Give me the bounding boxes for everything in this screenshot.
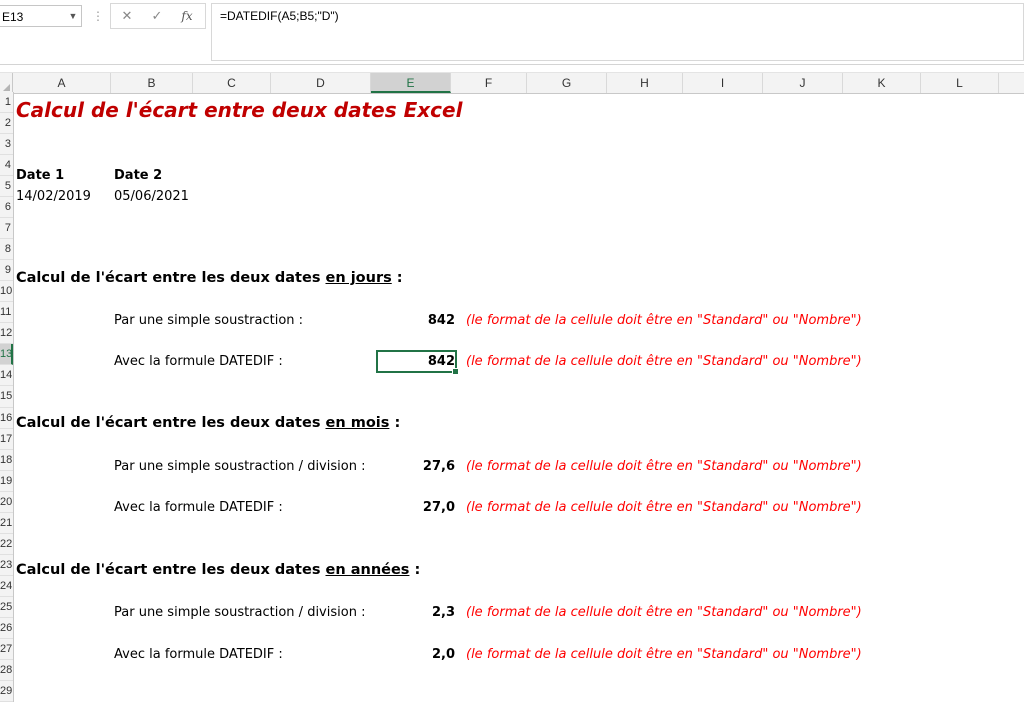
column-header-b[interactable]: B [111, 73, 193, 93]
heading-unit: en années [325, 562, 410, 578]
row-header-19[interactable]: 19 [0, 471, 13, 492]
row-header-27[interactable]: 27 [0, 639, 13, 660]
row-header-1[interactable]: 1 [0, 92, 13, 114]
formula-bar: E13 ▼ ⋮ ✕ ✓ fx =DATEDIF(A5;B5;"D") [0, 0, 1024, 65]
heading-unit: en mois [325, 415, 390, 431]
formula-bar-handle-icon[interactable]: ⋮ [92, 5, 104, 27]
insert-function-icon[interactable]: fx [175, 4, 199, 28]
column-header-l[interactable]: L [921, 73, 999, 93]
row-header-11[interactable]: 11 [0, 302, 13, 324]
date2-label[interactable]: Date 2 [114, 168, 162, 183]
row-header-3[interactable]: 3 [0, 134, 13, 156]
row-headers: 1 2 3 4 5 6 7 8 9 10 11 12 13 14 15 16 17 18 19 20 21 22 23 24 2… [0, 92, 14, 702]
row-header-25[interactable]: 25 [0, 597, 13, 618]
date1-label[interactable]: Date 1 [16, 168, 64, 183]
row-header-13[interactable]: 13 [0, 344, 13, 366]
row-label[interactable]: Avec la formule DATEDIF : [114, 647, 283, 662]
row-value[interactable]: 27,6 [377, 459, 455, 474]
row-header-16[interactable]: 16 [0, 408, 13, 429]
column-header-g[interactable]: G [527, 73, 607, 93]
section-heading-days[interactable]: Calcul de l'écart entre les deux dates e… [16, 270, 403, 286]
row-header-8[interactable]: 8 [0, 239, 13, 261]
row-header-22[interactable]: 22 [0, 534, 13, 555]
row-header-2[interactable]: 2 [0, 113, 13, 135]
row-label[interactable]: Avec la formule DATEDIF : [114, 500, 283, 515]
heading-prefix: Calcul de l'écart entre les deux dates [16, 562, 326, 578]
row-header-10[interactable]: 10 [0, 281, 13, 303]
row-header-28[interactable]: 28 [0, 660, 13, 681]
worksheet-grid[interactable]: Calcul de l'écart entre deux dates Excel… [13, 92, 1024, 702]
column-header-h[interactable]: H [607, 73, 683, 93]
row-label[interactable]: Par une simple soustraction / division : [114, 605, 365, 620]
row-note[interactable]: (le format de la cellule doit être en "S… [466, 605, 862, 620]
select-all-button[interactable] [0, 73, 13, 93]
row-note[interactable]: (le format de la cellule doit être en "S… [466, 647, 862, 662]
row-header-17[interactable]: 17 [0, 429, 13, 450]
column-header-i[interactable]: I [683, 73, 763, 93]
column-header-k[interactable]: K [843, 73, 921, 93]
date1-value[interactable]: 14/02/2019 [16, 189, 91, 204]
heading-suffix: : [389, 415, 401, 431]
row-header-29[interactable]: 29 [0, 681, 13, 702]
row-header-15[interactable]: 15 [0, 386, 13, 408]
name-box-dropdown-icon[interactable]: ▼ [66, 5, 80, 27]
date2-value[interactable]: 05/06/2021 [114, 189, 189, 204]
row-header-7[interactable]: 7 [0, 218, 13, 240]
row-header-9[interactable]: 9 [0, 260, 13, 282]
section-heading-months[interactable]: Calcul de l'écart entre les deux dates e… [16, 415, 400, 431]
column-header-e[interactable]: E [371, 73, 451, 93]
row-header-18[interactable]: 18 [0, 450, 13, 471]
row-note[interactable]: (le format de la cellule doit être en "S… [466, 500, 862, 515]
row-header-24[interactable]: 24 [0, 576, 13, 597]
cancel-icon[interactable]: ✕ [115, 4, 139, 28]
column-header-j[interactable]: J [763, 73, 843, 93]
heading-prefix: Calcul de l'écart entre les deux dates [16, 415, 326, 431]
row-note[interactable]: (le format de la cellule doit être en "S… [466, 313, 862, 328]
heading-unit: en jours [325, 270, 392, 286]
row-value[interactable]: 842 [377, 313, 455, 328]
row-value[interactable]: 2,3 [377, 605, 455, 620]
row-header-23[interactable]: 23 [0, 555, 13, 576]
column-header-f[interactable]: F [451, 73, 527, 93]
formula-input[interactable]: =DATEDIF(A5;B5;"D") [211, 3, 1024, 61]
row-label[interactable]: Par une simple soustraction / division : [114, 459, 365, 474]
column-header-c[interactable]: C [193, 73, 271, 93]
row-note[interactable]: (le format de la cellule doit être en "S… [466, 354, 862, 369]
confirm-icon[interactable]: ✓ [145, 4, 169, 28]
formula-bar-buttons: ✕ ✓ fx [110, 3, 206, 29]
row-header-26[interactable]: 26 [0, 618, 13, 639]
row-header-14[interactable]: 14 [0, 365, 13, 387]
row-header-21[interactable]: 21 [0, 513, 13, 534]
row-header-5[interactable]: 5 [0, 176, 13, 198]
column-headers: ABCDEFGHIJKL [0, 72, 1024, 94]
row-value[interactable]: 842 [377, 354, 455, 369]
row-header-12[interactable]: 12 [0, 323, 13, 345]
heading-suffix: : [409, 562, 421, 578]
row-header-20[interactable]: 20 [0, 492, 13, 513]
fill-handle[interactable] [452, 368, 459, 375]
column-header-d[interactable]: D [271, 73, 371, 93]
row-value[interactable]: 27,0 [377, 500, 455, 515]
row-header-6[interactable]: 6 [0, 197, 13, 219]
row-header-4[interactable]: 4 [0, 155, 13, 177]
row-note[interactable]: (le format de la cellule doit être en "S… [466, 459, 862, 474]
section-heading-years[interactable]: Calcul de l'écart entre les deux dates e… [16, 562, 420, 578]
sheet-title[interactable]: Calcul de l'écart entre deux dates Excel [16, 98, 462, 122]
row-value[interactable]: 2,0 [377, 647, 455, 662]
heading-suffix: : [391, 270, 403, 286]
row-label[interactable]: Par une simple soustraction : [114, 313, 303, 328]
row-label[interactable]: Avec la formule DATEDIF : [114, 354, 283, 369]
column-header-a[interactable]: A [13, 73, 111, 93]
heading-prefix: Calcul de l'écart entre les deux dates [16, 270, 326, 286]
